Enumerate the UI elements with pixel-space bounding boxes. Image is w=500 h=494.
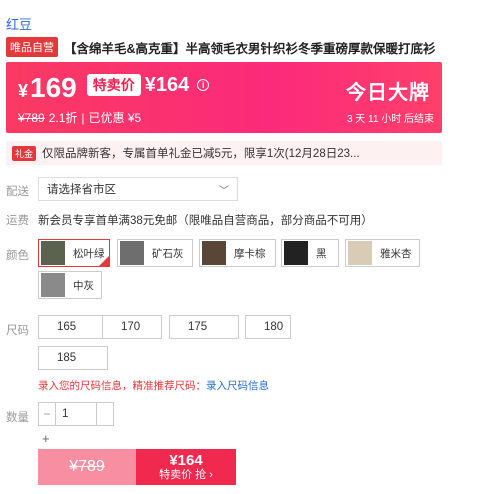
color-option-kuangshihui[interactable]: 矿石灰 <box>117 239 193 267</box>
special-price: ¥164 <box>144 73 190 96</box>
color-swatch-image <box>284 241 308 265</box>
buy-special-price-button[interactable]: ¥164 特卖价 抢 › <box>136 449 236 485</box>
saved-amount: 已优惠 ¥5 <box>88 111 142 125</box>
color-option-hei[interactable]: 黑 <box>281 239 339 267</box>
size-label: 尺码 <box>6 325 29 337</box>
color-option-label: 中灰 <box>73 279 94 292</box>
brand-link[interactable]: 红豆 <box>6 14 32 33</box>
special-price-label: 特卖价 <box>86 74 141 96</box>
quantity-stepper: − 1 <box>38 402 114 426</box>
color-option-label: 摩卡棕 <box>234 247 266 260</box>
quantity-minus-button[interactable]: − <box>38 402 56 426</box>
selected-check-icon <box>98 255 110 267</box>
color-option-mokazong[interactable]: 摩卡棕 <box>199 239 276 267</box>
chevron-down-icon: ﹀ <box>219 185 229 197</box>
color-swatch-image <box>348 241 372 265</box>
shipping-info: 新会员专享首单满38元免邮（限唯品自营商品，部分商品不可用） <box>38 215 373 227</box>
color-option-yamixing[interactable]: 雅米杏 <box>345 239 420 267</box>
quantity-plus-button[interactable]: + <box>42 431 50 446</box>
product-title-row: 唯品自营 【含绵羊毛&高克重】半高领毛衣男针织衫冬季重磅厚款保暖打底衫 <box>6 37 496 57</box>
shipping-label: 运费 <box>6 215 29 227</box>
color-swatch-image <box>202 241 226 265</box>
record-size-link[interactable]: 录入尺码信息 <box>206 380 269 392</box>
size-option-165[interactable]: 165 <box>38 315 108 339</box>
buy-special-price: ¥164 <box>169 452 203 469</box>
countdown-timer: 3 天 11 小时 后结束 <box>346 114 434 125</box>
color-option-songyelv[interactable]: 松叶绿 <box>38 239 110 267</box>
vip-self-operated-badge: 唯品自营 <box>6 37 58 57</box>
buy-special-action: 特卖价 抢 › <box>159 469 213 481</box>
price-divider: | <box>81 110 85 125</box>
color-option-label: 矿石灰 <box>152 247 184 260</box>
price-sub-row: ¥789 2.1折 | 已优惠 ¥5 <box>18 109 141 126</box>
color-option-zhonghui[interactable]: 中灰 <box>38 271 102 299</box>
quantity-box-end <box>96 402 114 426</box>
buy-original-price: ¥789 <box>69 458 105 475</box>
discount-rate: 2.1折 <box>48 111 78 125</box>
current-price: 169 <box>30 72 77 103</box>
size-option-175[interactable]: 175 <box>169 315 239 339</box>
address-select[interactable]: 请选择省市区 ﹀ <box>38 177 238 201</box>
promo-text: 仅限品牌新客，专属首单礼金已减5元，限享1次(12月28日23... <box>42 148 360 160</box>
price-main: ¥ 169 特卖价 ¥164 i <box>18 72 210 104</box>
buy-original-price-button[interactable]: ¥789 <box>38 449 136 485</box>
currency-symbol: ¥ <box>18 81 29 101</box>
today-big-brand-label: 今日大牌 <box>346 82 430 104</box>
product-title: 【含绵羊毛&高克重】半高领毛衣男针织衫冬季重磅厚款保暖打底衫 <box>64 41 436 56</box>
original-price: ¥789 <box>18 110 45 125</box>
size-option-180[interactable]: 180 <box>245 315 291 339</box>
size-record-prompt: 录入您的尺码信息，精准推荐尺码：录入尺码信息 <box>38 378 269 393</box>
quantity-input[interactable]: 1 <box>56 402 96 426</box>
gift-money-badge: 礼金 <box>12 145 37 161</box>
color-swatch-image <box>41 241 65 265</box>
color-option-label: 黑 <box>316 247 327 260</box>
color-option-label: 雅米杏 <box>380 247 412 260</box>
quantity-label: 数量 <box>6 412 29 424</box>
info-icon[interactable]: i <box>197 79 210 91</box>
size-prompt-text: 录入您的尺码信息，精准推荐尺码： <box>38 380 206 392</box>
size-option-185[interactable]: 185 <box>38 346 108 370</box>
price-banner: ¥ 169 特卖价 ¥164 i ¥789 2.1折 | 已优惠 ¥5 今日大牌… <box>6 62 442 133</box>
color-swatch-image <box>41 273 65 297</box>
delivery-label: 配送 <box>6 186 29 198</box>
address-placeholder: 请选择省市区 <box>47 184 116 196</box>
size-option-170[interactable]: 170 <box>102 315 162 339</box>
color-label: 颜色 <box>6 250 29 262</box>
color-swatch-image <box>120 241 144 265</box>
promo-banner[interactable]: 礼金 仅限品牌新客，专属首单礼金已减5元，限享1次(12月28日23... <box>6 141 442 165</box>
